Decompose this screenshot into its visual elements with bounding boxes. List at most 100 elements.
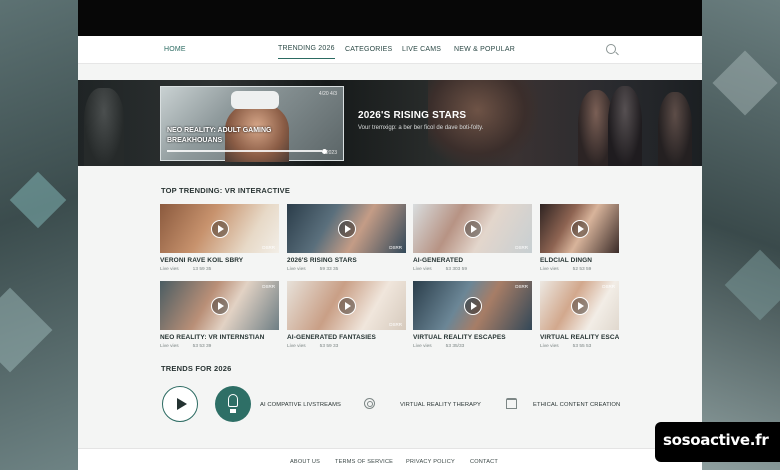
video-title[interactable]: AI-GENERATED <box>413 257 532 264</box>
rising-stars-title[interactable]: 2026'S RISING STARS <box>358 110 466 121</box>
trend-item-vr-therapy[interactable]: VIRTUAL REALITY THERAPY <box>400 402 481 408</box>
video-views-label: Live vies <box>540 344 559 349</box>
play-icon[interactable] <box>463 296 482 315</box>
video-badge: DSRR <box>515 245 528 250</box>
video-thumbnail[interactable]: DSRR <box>160 204 279 253</box>
video-views-label: Live vies <box>413 267 432 272</box>
video-stat: 53 59 33 <box>319 344 339 349</box>
video-thumbnail[interactable]: DSRR <box>287 204 406 253</box>
play-icon[interactable] <box>463 219 482 238</box>
video-meta: Live vies 59 33 35 <box>287 267 406 272</box>
video-stat: 53 303 59 <box>445 267 468 272</box>
video-card[interactable]: DSRR 2026'S RISING STARS Live vies 59 33 35 <box>287 204 406 272</box>
video-card[interactable]: DSRR VERONI RAVE KOIL SBRY Live vies 13 59 … <box>160 204 279 272</box>
vr-headset-graphic <box>231 91 279 109</box>
nav-categories-link[interactable]: CATEGORIES <box>345 46 392 53</box>
hero-figure-right <box>658 92 692 166</box>
video-meta: Live vies 52 53 59 <box>540 267 619 272</box>
video-title[interactable]: AI-GENERATED FANTASIES <box>287 334 406 341</box>
site-watermark-logo: sosoactive.fr <box>655 422 780 462</box>
video-progress-bar[interactable] <box>167 150 322 152</box>
video-stat: 59 33 35 <box>319 267 339 272</box>
video-card[interactable]: DSRR VIRTUAL REALITY ESCAPES Live vies 53 3… <box>413 281 532 349</box>
trending-section-title: TOP TRENDING: VR INTERACTIVE <box>161 186 291 195</box>
video-card[interactable]: DSRR AI-GENERATED Live vies 53 303 59 <box>413 204 532 272</box>
nav-new-popular-link[interactable]: NEW & POPULAR <box>454 46 515 53</box>
video-card[interactable]: DSRR AI-GENERATED FANTASIES Live vies 53 59… <box>287 281 406 349</box>
video-thumbnail[interactable]: DSRR <box>287 281 406 330</box>
video-thumbnail[interactable]: DSRR <box>413 204 532 253</box>
video-stat: 53 35/33 <box>445 344 465 349</box>
featured-video-panel[interactable]: 4/20 4/3 NEO REALITY: ADULT GAMING BREAK… <box>160 86 344 162</box>
featured-video-title: NEO REALITY: ADULT GAMING BREAKHOUANS <box>167 127 272 144</box>
video-views-label: Live vies <box>287 267 306 272</box>
rising-stars-subtitle: Vour tremxigp: a ber ber ficol de dave b… <box>358 125 484 131</box>
featured-video-tag: 4/20 4/3 <box>318 91 337 97</box>
video-thumbnail[interactable]: DSRR <box>160 281 279 330</box>
video-badge-top: DSRR <box>602 284 615 289</box>
background-left-pattern <box>0 0 78 470</box>
footer-terms-link[interactable]: TERMS OF SERVICE <box>335 459 393 465</box>
play-icon[interactable] <box>337 219 356 238</box>
play-icon[interactable] <box>570 296 589 315</box>
footer-about-link[interactable]: ABOUT US <box>290 459 320 465</box>
video-card[interactable]: DSRR VIRTUAL REALITY ESCAPE Live vies 53 55… <box>540 281 619 349</box>
hero-figure-right <box>608 86 642 166</box>
video-title[interactable]: VIRTUAL REALITY ESCAPE <box>540 334 619 341</box>
top-bar <box>78 0 702 36</box>
video-meta: Live vies 53 55 53 <box>540 344 619 349</box>
video-views-label: Live vies <box>413 344 432 349</box>
lightbulb-base <box>230 409 236 413</box>
video-views-label: Live vies <box>160 267 179 272</box>
video-thumbnail[interactable] <box>540 204 619 253</box>
video-meta: Live vies 53 53 39 <box>160 344 279 349</box>
video-views-label: Live vies <box>287 344 306 349</box>
video-stat: 53 53 39 <box>192 344 212 349</box>
video-title[interactable]: ELDCIAL DINGN <box>540 257 619 264</box>
play-icon[interactable] <box>210 296 229 315</box>
lightbulb-glass <box>228 394 238 407</box>
video-meta: Live vies 53 59 33 <box>287 344 406 349</box>
video-card[interactable]: ELDCIAL DINGN Live vies 52 53 59 <box>540 204 619 272</box>
play-icon[interactable] <box>570 219 589 238</box>
video-meta: Live vies 53 35/33 <box>413 344 532 349</box>
nav-trending-link[interactable]: TRENDING 2026 <box>278 45 335 59</box>
video-title[interactable]: VERONI RAVE KOIL SBRY <box>160 257 279 264</box>
video-views-label: Live vies <box>540 267 559 272</box>
video-stat: 13 59 35 <box>192 267 212 272</box>
footer-contact-link[interactable]: CONTACT <box>470 459 498 465</box>
video-card[interactable]: DSRR NEO REALITY: VR INTERNSTIAN Live vies… <box>160 281 279 349</box>
featured-video-year: 2023 <box>325 150 337 156</box>
video-thumbnail[interactable]: DSRR <box>540 281 619 330</box>
trend-item-ethical-content[interactable]: ETHICAL CONTENT CREATION <box>533 402 620 408</box>
video-title[interactable]: 2026'S RISING STARS <box>287 257 406 264</box>
video-title[interactable]: NEO REALITY: VR INTERNSTIAN <box>160 334 279 341</box>
video-badge: DSRR <box>389 322 402 327</box>
video-thumbnail[interactable]: DSRR <box>413 281 532 330</box>
web-page: HOME TRENDING 2026 CATEGORIES LIVE CAMS … <box>78 0 702 470</box>
play-icon[interactable] <box>210 219 229 238</box>
trends-section-title: TRENDS FOR 2026 <box>161 364 232 373</box>
lightbulb-icon[interactable] <box>215 386 251 422</box>
nav-home-link[interactable]: HOME <box>164 46 186 53</box>
hero-banner: 4/20 4/3 NEO REALITY: ADULT GAMING BREAK… <box>78 80 702 166</box>
video-title[interactable]: VIRTUAL REALITY ESCAPES <box>413 334 532 341</box>
video-stat: 52 53 59 <box>572 267 592 272</box>
footer-privacy-link[interactable]: PRIVACY POLICY <box>406 459 455 465</box>
video-badge-top: DSRR <box>515 284 528 289</box>
video-meta: Live vies 53 303 59 <box>413 267 532 272</box>
video-badge: DSRR <box>262 245 275 250</box>
video-views-label: Live vies <box>160 344 179 349</box>
nav-live-cams-link[interactable]: LIVE CAMS <box>402 46 441 53</box>
footer: ABOUT US TERMS OF SERVICE PRIVACY POLICY… <box>78 448 702 470</box>
watermark-text: sosoactive.fr <box>663 431 769 449</box>
shield-icon <box>506 398 517 409</box>
trend-item-ai-livestreams[interactable]: AI COMPATIVE LIVSTREAMS <box>260 402 341 408</box>
search-icon[interactable] <box>606 44 616 54</box>
navigation-bar: HOME TRENDING 2026 CATEGORIES LIVE CAMS … <box>78 36 702 64</box>
play-icon[interactable] <box>162 386 198 422</box>
hero-figure-left <box>84 88 124 166</box>
hero-figure-middle <box>428 80 538 166</box>
brain-icon <box>364 398 375 409</box>
play-icon[interactable] <box>337 296 356 315</box>
